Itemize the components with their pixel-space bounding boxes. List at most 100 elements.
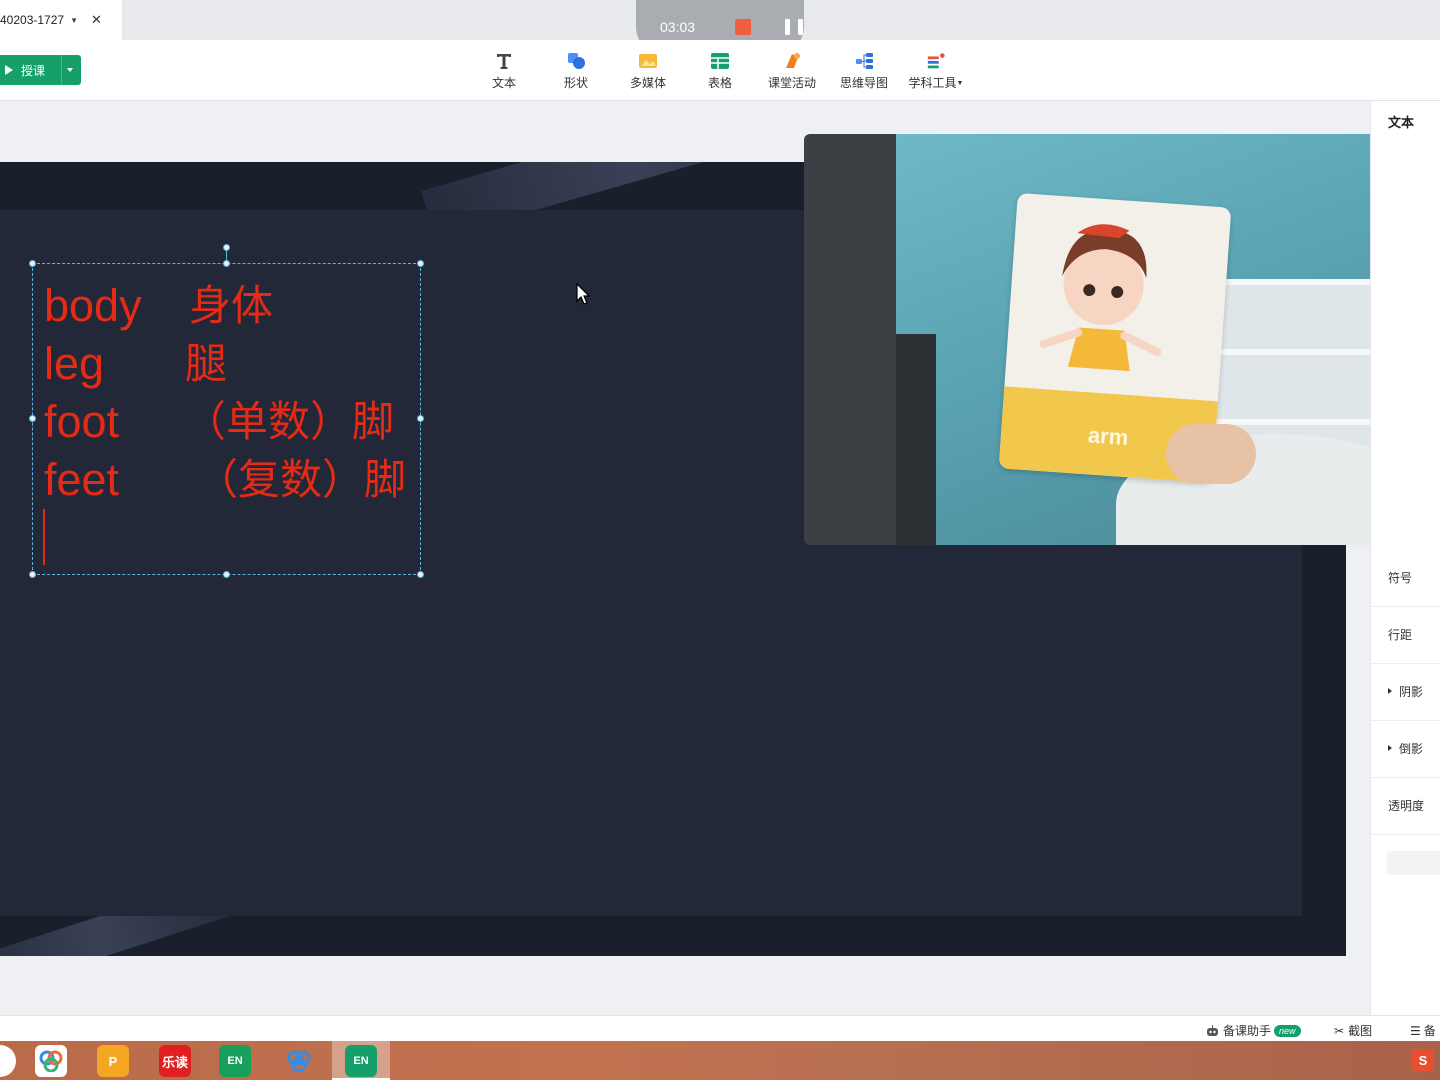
- resize-handle-nw[interactable]: [29, 260, 36, 267]
- notes-button[interactable]: ☰ 备: [1410, 1022, 1436, 1039]
- vocab-english: body: [44, 280, 142, 331]
- tab-title: 40203-1727: [0, 13, 65, 27]
- app-en-label: EN: [227, 1055, 243, 1067]
- start-button[interactable]: [0, 1045, 16, 1077]
- properties-title: 文本: [1388, 115, 1415, 130]
- app-cloud-icon[interactable]: [35, 1045, 67, 1077]
- vocab-english: feet: [44, 454, 120, 505]
- mouse-pointer-icon: [576, 282, 591, 310]
- vocab-chinese: 身体: [189, 281, 274, 330]
- tool-subject[interactable]: 学科工具▼: [906, 50, 966, 94]
- tool-table-label: 表格: [707, 76, 732, 90]
- table-tool-icon: [710, 52, 730, 70]
- prop-opacity-label: 透明度: [1388, 799, 1425, 813]
- teach-button[interactable]: 授课: [0, 55, 81, 85]
- prop-reflection[interactable]: 倒影: [1371, 721, 1440, 778]
- prop-reflection-label: 倒影: [1399, 742, 1424, 756]
- toolbar: 授课 文本 形状 多媒体 表格 课堂活动 思维导图 学科工具▼: [0, 40, 1440, 101]
- tool-activity[interactable]: 课堂活动: [762, 50, 822, 94]
- notes-label: 备: [1423, 1024, 1436, 1038]
- vocab-chinese: （复数）脚: [196, 455, 407, 504]
- tray-s-label: S: [1418, 1052, 1428, 1068]
- text-tool-icon: [494, 52, 514, 70]
- resize-handle-ne[interactable]: [417, 260, 424, 267]
- rotate-handle[interactable]: [223, 244, 230, 251]
- text-caret: [43, 509, 45, 565]
- camera-background-object: [896, 334, 936, 545]
- new-badge: new: [1274, 1024, 1301, 1037]
- resize-handle-se[interactable]: [417, 571, 424, 578]
- status-bar: 备课助手 new ✂ 截图 ☰ 备: [0, 1015, 1440, 1041]
- camera-hand: [1166, 424, 1256, 484]
- vocabulary-textbox[interactable]: body 身体 leg 腿 foot （单数）脚 feet （复数）脚: [29, 244, 424, 578]
- vocab-line: foot （单数）脚: [44, 393, 424, 451]
- lesson-assistant-label: 备课助手: [1223, 1024, 1272, 1038]
- taskbar: P 乐读 EN EN S: [0, 1041, 1440, 1080]
- shape-tool-icon: [566, 52, 586, 70]
- app-ledu-label: 乐读: [161, 1054, 188, 1070]
- app-en-icon[interactable]: EN: [219, 1045, 251, 1077]
- vocab-english: foot: [44, 396, 120, 447]
- pause-recording-button[interactable]: [785, 19, 803, 35]
- app-cloud2-icon[interactable]: [283, 1045, 315, 1077]
- tray-s-icon[interactable]: S: [1412, 1049, 1434, 1071]
- mindmap-tool-icon: [854, 52, 874, 70]
- resize-handle-s[interactable]: [223, 571, 230, 578]
- opacity-slider[interactable]: [1387, 851, 1440, 875]
- media-tool-icon: [638, 52, 658, 70]
- properties-panel: 文本 符号 行距 阴影 倒影 透明度: [1370, 101, 1440, 1015]
- tool-media[interactable]: 多媒体: [618, 50, 678, 94]
- document-tab[interactable]: 40203-1727 ▼ ✕: [0, 0, 122, 40]
- play-icon: [5, 65, 13, 75]
- girl-illustration-icon: [1039, 224, 1162, 372]
- tool-mindmap[interactable]: 思维导图: [834, 50, 894, 94]
- robot-icon: [1207, 1024, 1218, 1036]
- tool-activity-label: 课堂活动: [767, 76, 816, 90]
- prop-opacity[interactable]: 透明度: [1371, 778, 1440, 835]
- resize-handle-w[interactable]: [29, 415, 36, 422]
- tool-media-label: 多媒体: [629, 76, 666, 90]
- app-en-active-icon[interactable]: EN: [345, 1045, 377, 1077]
- close-tab-icon[interactable]: ✕: [91, 12, 102, 28]
- vocab-line: body 身体: [44, 277, 424, 335]
- screenshot-button[interactable]: ✂ 截图: [1334, 1022, 1372, 1039]
- prop-line-spacing[interactable]: 行距: [1371, 607, 1440, 664]
- stop-recording-button[interactable]: [735, 19, 751, 35]
- camera-feed: arm: [896, 134, 1440, 545]
- prop-shadow[interactable]: 阴影: [1371, 664, 1440, 721]
- chevron-down-icon[interactable]: ▼: [70, 16, 78, 25]
- notes-icon: ☰: [1410, 1023, 1421, 1038]
- vocab-english: leg: [44, 338, 105, 389]
- teach-button-label: 授课: [21, 63, 46, 78]
- resize-handle-sw[interactable]: [29, 571, 36, 578]
- tool-text-label: 文本: [491, 76, 516, 90]
- tool-text[interactable]: 文本: [474, 50, 534, 94]
- teach-dropdown-icon[interactable]: [67, 68, 73, 72]
- screenshot-label: 截图: [1348, 1024, 1373, 1038]
- camera-preview[interactable]: arm: [804, 134, 1440, 545]
- prop-line-spacing-label: 行距: [1388, 628, 1413, 642]
- tool-shape[interactable]: 形状: [546, 50, 606, 94]
- vocab-chinese: （单数）脚: [184, 397, 395, 446]
- vocab-chinese: 腿: [185, 339, 228, 388]
- prop-symbol[interactable]: 符号: [1371, 550, 1440, 607]
- app-p-icon[interactable]: P: [97, 1045, 129, 1077]
- tool-subject-label: 学科工具: [908, 76, 957, 90]
- subject-dropdown-icon: ▼: [956, 80, 964, 87]
- app-en-active-label: EN: [353, 1055, 369, 1067]
- prop-symbol-label: 符号: [1388, 571, 1413, 585]
- prop-shadow-label: 阴影: [1399, 685, 1424, 699]
- expand-triangle-icon: [1388, 688, 1392, 694]
- vocab-line: feet （复数）脚: [44, 451, 424, 509]
- app-ledu-icon[interactable]: 乐读: [159, 1045, 191, 1077]
- lesson-assistant-button[interactable]: 备课助手 new: [1206, 1022, 1301, 1039]
- recording-time: 03:03: [660, 19, 696, 35]
- vocab-line: leg 腿: [44, 335, 424, 393]
- tool-table[interactable]: 表格: [690, 50, 750, 94]
- subject-tool-icon: [926, 52, 946, 70]
- expand-triangle-icon: [1388, 745, 1392, 751]
- activity-tool-icon: [782, 52, 802, 70]
- resize-handle-n[interactable]: [223, 260, 230, 267]
- tool-shape-label: 形状: [563, 76, 588, 90]
- tool-mindmap-label: 思维导图: [839, 76, 888, 90]
